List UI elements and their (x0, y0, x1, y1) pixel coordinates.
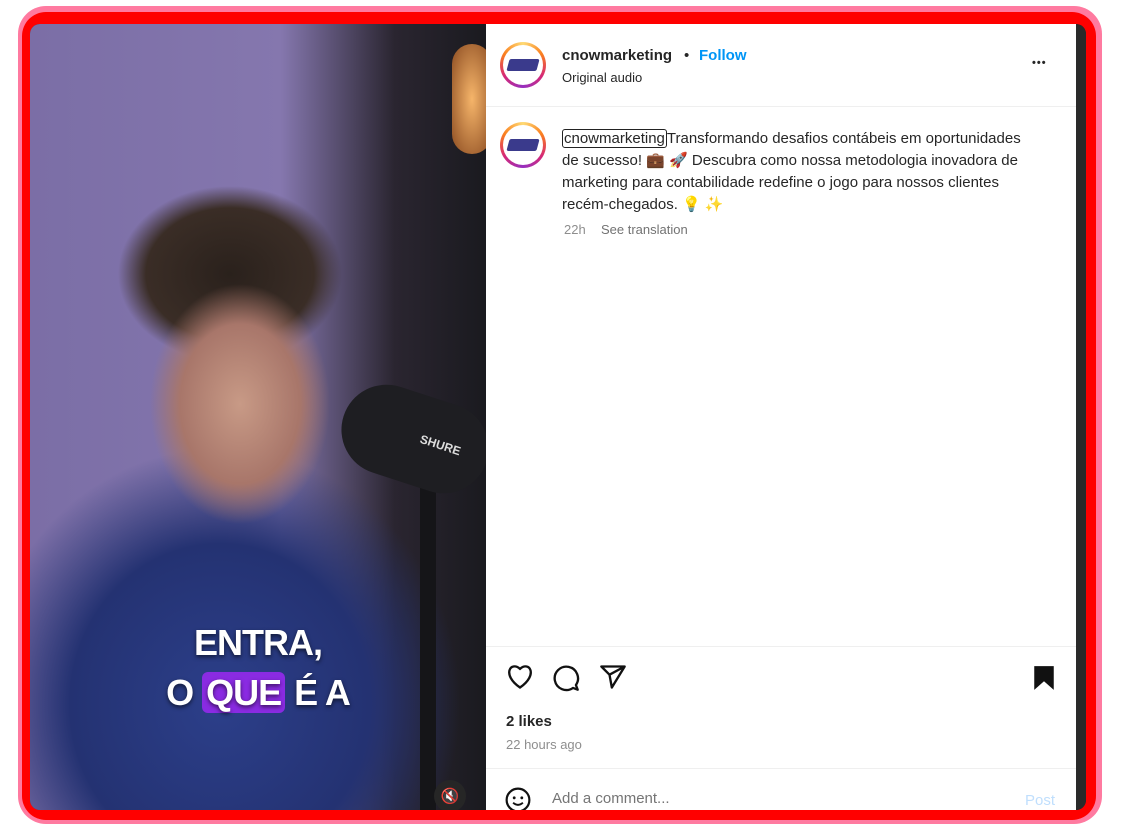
caption-line-1: ENTRA, (194, 622, 323, 663)
mic-brand: SHURE (418, 431, 463, 459)
speaker-muted-icon[interactable]: 🔇 (434, 780, 466, 810)
caption-username[interactable]: cnowmarketing (562, 129, 667, 148)
audio-label[interactable]: Original audio (562, 70, 642, 85)
likes-count[interactable]: 2 likes (506, 713, 552, 730)
caption-line-2: O QUE É A (166, 672, 351, 713)
post-button[interactable]: Post (1025, 792, 1055, 809)
more-options-icon[interactable]: ••• (1032, 57, 1047, 69)
comment-input[interactable] (552, 790, 972, 807)
caption-avatar[interactable] (500, 122, 546, 168)
reel-video[interactable]: SHURE ENTRA, O QUE É A 🔇 (30, 24, 501, 810)
post-time: 22 hours ago (506, 737, 582, 752)
share-icon[interactable] (599, 664, 627, 690)
header-username[interactable]: cnowmarketing (562, 47, 672, 64)
caption-time: 22h (564, 222, 586, 237)
comment-icon[interactable] (552, 664, 580, 692)
dot-separator: • (684, 47, 690, 64)
bookmark-icon[interactable] (1033, 665, 1055, 691)
divider (486, 106, 1076, 107)
heart-icon[interactable] (506, 664, 534, 690)
divider (486, 768, 1076, 769)
caption-highlight: QUE (202, 672, 286, 713)
follow-button[interactable]: Follow (699, 47, 747, 64)
caption-text: cnowmarketing Transformando desafios cont… (562, 129, 1021, 213)
microphone: SHURE (329, 373, 501, 505)
background-page-edge (1076, 24, 1086, 810)
emoji-icon[interactable] (505, 787, 531, 810)
post-details: cnowmarketing • Follow Original audio ••… (486, 24, 1076, 810)
see-translation-link[interactable]: See translation (601, 222, 688, 237)
avatar[interactable] (500, 42, 546, 88)
divider (486, 646, 1076, 647)
post-modal: SHURE ENTRA, O QUE É A 🔇 cnowmarketing •… (30, 24, 1086, 810)
